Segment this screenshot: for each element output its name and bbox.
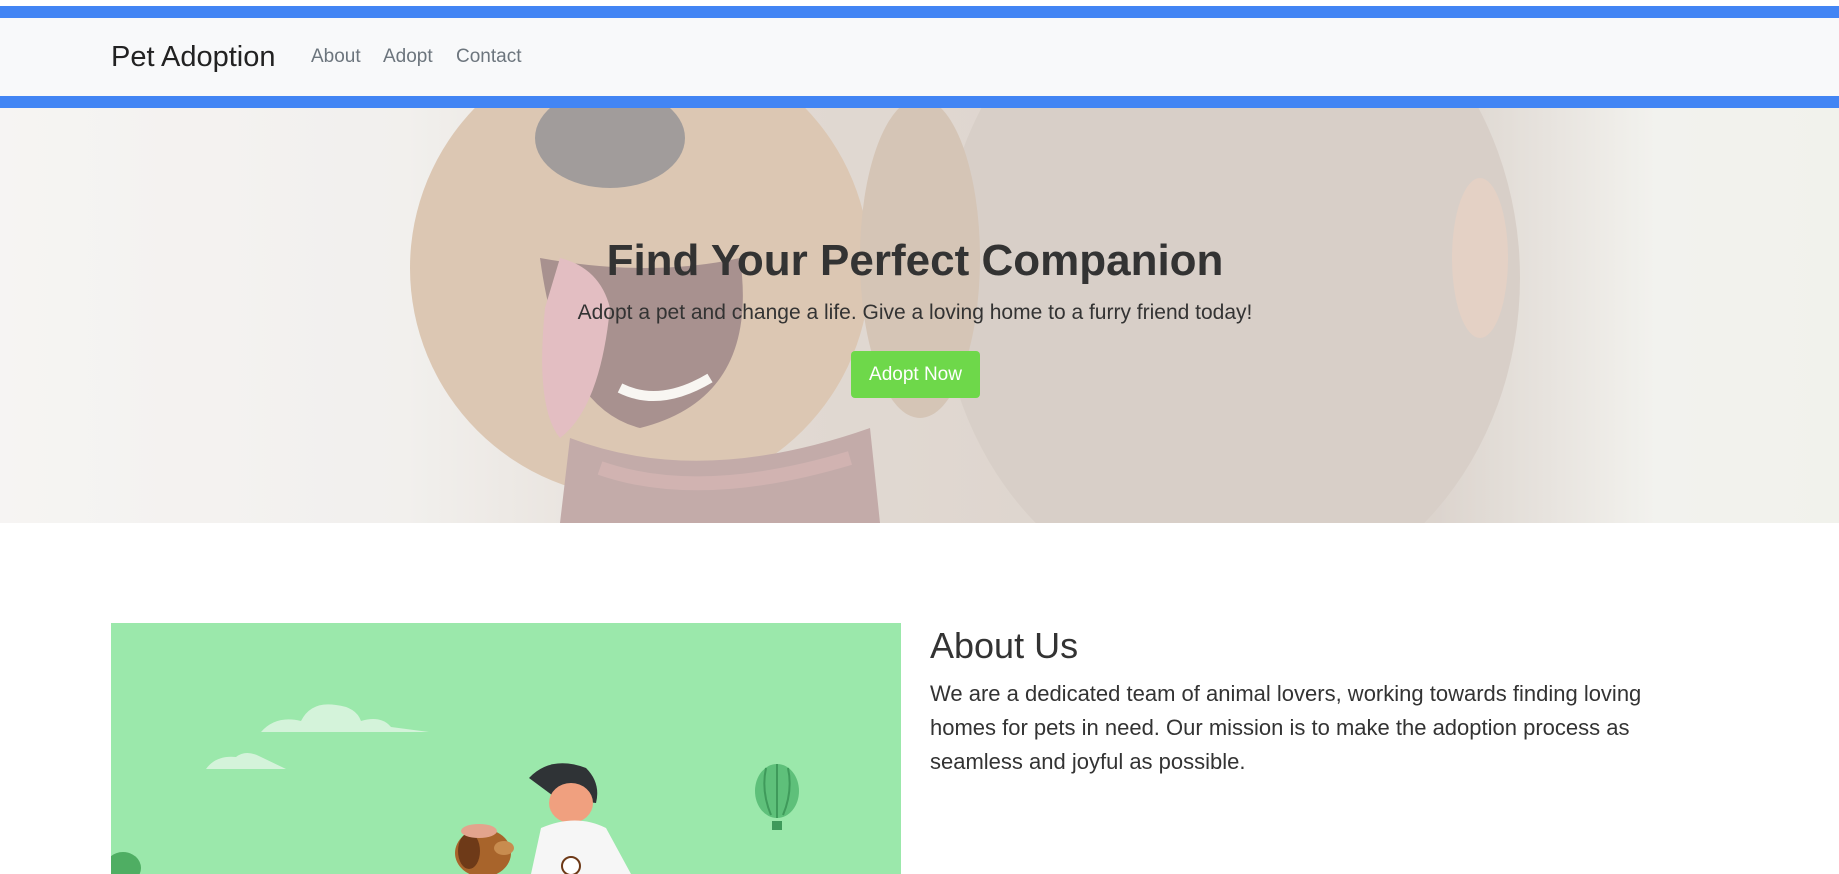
brand-link[interactable]: Pet Adoption xyxy=(111,41,275,74)
bush-shape xyxy=(111,852,141,874)
balloon-basket-shape xyxy=(772,821,782,830)
dog-hat-shape xyxy=(461,824,497,838)
nav-link-about[interactable]: About xyxy=(311,46,361,68)
dog-ear-shape xyxy=(458,833,480,869)
dog-snout-shape xyxy=(494,841,514,855)
hero-subtitle: Adopt a pet and change a life. Give a lo… xyxy=(577,301,1253,324)
navbar: Pet Adoption About Adopt Contact xyxy=(0,6,1839,108)
cloud-large-shape xyxy=(261,704,429,732)
about-text: We are a dedicated team of animal lovers… xyxy=(930,681,1642,774)
boy-face-shape xyxy=(549,783,593,823)
shirt-logo-shape xyxy=(561,856,581,874)
adopt-now-button[interactable]: Adopt Now xyxy=(851,351,980,398)
nav-link-contact[interactable]: Contact xyxy=(456,46,521,68)
about-title: About Us xyxy=(930,625,1079,666)
boy-shirt-shape xyxy=(531,820,631,874)
illustration-drawing xyxy=(111,704,799,874)
hero-title: Find Your Perfect Companion xyxy=(606,236,1224,285)
nav-link-adopt[interactable]: Adopt xyxy=(383,46,433,68)
about-illustration xyxy=(111,623,901,874)
cloud-small-shape xyxy=(206,753,286,769)
hero-section: Find Your Perfect Companion Adopt a pet … xyxy=(0,108,1839,523)
